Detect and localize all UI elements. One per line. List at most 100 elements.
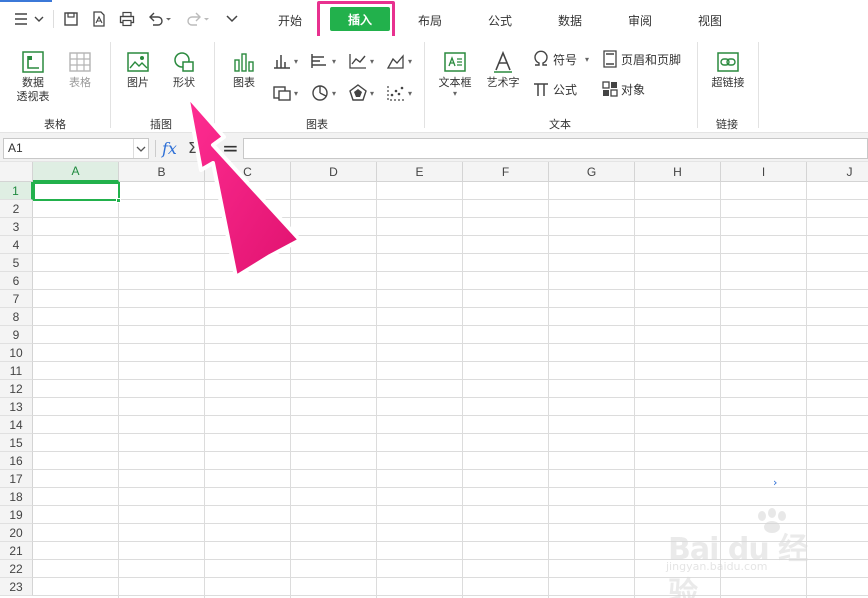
chart-button[interactable]: 图表 [226,48,262,90]
object-button[interactable]: 对象 [602,78,645,100]
column-chart-icon [274,55,290,69]
chevron-down-icon [226,15,238,23]
area-chart-dropdown[interactable]: ▾ [386,50,412,72]
row-header-3[interactable]: 3 [0,218,33,236]
column-header-a[interactable]: A [33,162,119,182]
chevron-down-icon [136,146,146,152]
tab-formulas[interactable]: 公式 [472,6,528,34]
ribbon-separator [214,42,215,128]
column-header-d[interactable]: D [291,162,377,182]
group-label-charts: 图表 [306,118,328,131]
column-header-c[interactable]: C [205,162,291,182]
pie-chart-icon [312,85,328,101]
row-header-1[interactable]: 1 [0,182,33,200]
bar-chart-dropdown[interactable]: ▾ [310,50,336,72]
row-header-4[interactable]: 4 [0,236,33,254]
tab-layout[interactable]: 布局 [402,6,458,34]
column-chart-dropdown[interactable]: ▾ [272,50,298,72]
column-header-b[interactable]: B [119,162,205,182]
pie-chart-dropdown[interactable]: ▾ [310,82,336,104]
equation-button[interactable]: 公式 [532,78,577,100]
column-header-i[interactable]: I [721,162,807,182]
row-header-5[interactable]: 5 [0,254,33,272]
tab-home[interactable]: 开始 [262,6,318,34]
row-header-12[interactable]: 12 [0,380,33,398]
gridline-horizontal [33,397,868,398]
column-header-f[interactable]: F [463,162,549,182]
tab-review[interactable]: 审阅 [612,6,668,34]
row-header-15[interactable]: 15 [0,434,33,452]
gridline-vertical [290,182,291,598]
pivot-label-line1: 数据 [22,76,44,89]
stat-chart-dropdown[interactable]: ▾ [272,82,298,104]
export-pdf-button[interactable] [88,8,110,30]
symbol-button[interactable]: 符号 ▾ [532,48,589,70]
textbox-button[interactable]: 文本框 ▾ [434,48,476,98]
pdf-export-icon [93,11,105,27]
shape-label: 形状 [173,76,195,89]
row-header-20[interactable]: 20 [0,524,33,542]
insert-function-button[interactable]: fx [162,139,177,158]
redo-button[interactable] [184,8,212,30]
row-header-6[interactable]: 6 [0,272,33,290]
name-box[interactable]: A1 [3,138,149,159]
active-cell-a1[interactable] [33,182,120,201]
row-header-19[interactable]: 19 [0,506,33,524]
row-header-8[interactable]: 8 [0,308,33,326]
quick-access-more-button[interactable] [222,8,242,30]
shape-button[interactable]: 形状 [166,48,202,90]
gridline-horizontal [33,361,868,362]
undo-icon [149,12,171,26]
ribbon: 数据 透视表 表格 表格 图片 形状 插图 图表 ▾ ▾ ▾ ▾ ▾ ▾ ▾ ▾… [0,36,868,132]
ribbon-separator [697,42,698,128]
header-footer-icon [603,50,617,68]
row-header-18[interactable]: 18 [0,488,33,506]
row-header-10[interactable]: 10 [0,344,33,362]
select-all-corner[interactable] [0,162,33,182]
print-icon [119,11,135,27]
row-header-13[interactable]: 13 [0,398,33,416]
row-header-22[interactable]: 22 [0,560,33,578]
wordart-button[interactable]: 艺术字 [482,48,524,90]
tab-view[interactable]: 视图 [682,6,738,34]
fill-handle[interactable] [116,198,121,203]
row-header-7[interactable]: 7 [0,290,33,308]
shapes-icon [174,52,194,72]
row-header-21[interactable]: 21 [0,542,33,560]
picture-label: 图片 [127,76,149,89]
row-header-17[interactable]: 17 [0,470,33,488]
picture-button[interactable]: 图片 [120,48,156,90]
table-button[interactable]: 表格 [62,48,98,90]
row-header-9[interactable]: 9 [0,326,33,344]
name-box-dropdown[interactable] [133,139,148,158]
row-header-16[interactable]: 16 [0,452,33,470]
gridline-vertical [634,182,635,598]
insert-tab-highlight-box [317,1,395,39]
column-header-j[interactable]: J [807,162,868,182]
group-label-illustrations: 插图 [150,118,172,131]
row-header-11[interactable]: 11 [0,362,33,380]
area-chart-icon [386,54,404,69]
autosum-button[interactable]: Σ [188,139,197,157]
pivot-table-button[interactable]: 数据 透视表 [10,48,56,104]
radar-chart-dropdown[interactable]: ▾ [348,82,374,104]
scatter-chart-dropdown[interactable]: ▾ [386,82,412,104]
save-button[interactable] [60,8,82,30]
print-button[interactable] [116,8,138,30]
line-chart-dropdown[interactable]: ▾ [348,50,374,72]
column-header-e[interactable]: E [377,162,463,182]
textbox-dropdown-caret[interactable]: ▾ [453,90,457,98]
stray-mark: › [773,476,778,489]
column-header-h[interactable]: H [635,162,721,182]
gridline-horizontal [33,487,868,488]
row-header-14[interactable]: 14 [0,416,33,434]
hyperlink-button[interactable]: 超链接 [706,48,750,90]
row-header-2[interactable]: 2 [0,200,33,218]
formula-input[interactable] [243,138,868,159]
tab-data[interactable]: 数据 [542,6,598,34]
menu-button[interactable] [10,8,48,30]
undo-button[interactable] [146,8,174,30]
row-header-23[interactable]: 23 [0,578,33,596]
header-footer-button[interactable]: 页眉和页脚 [602,48,681,70]
column-header-g[interactable]: G [549,162,635,182]
